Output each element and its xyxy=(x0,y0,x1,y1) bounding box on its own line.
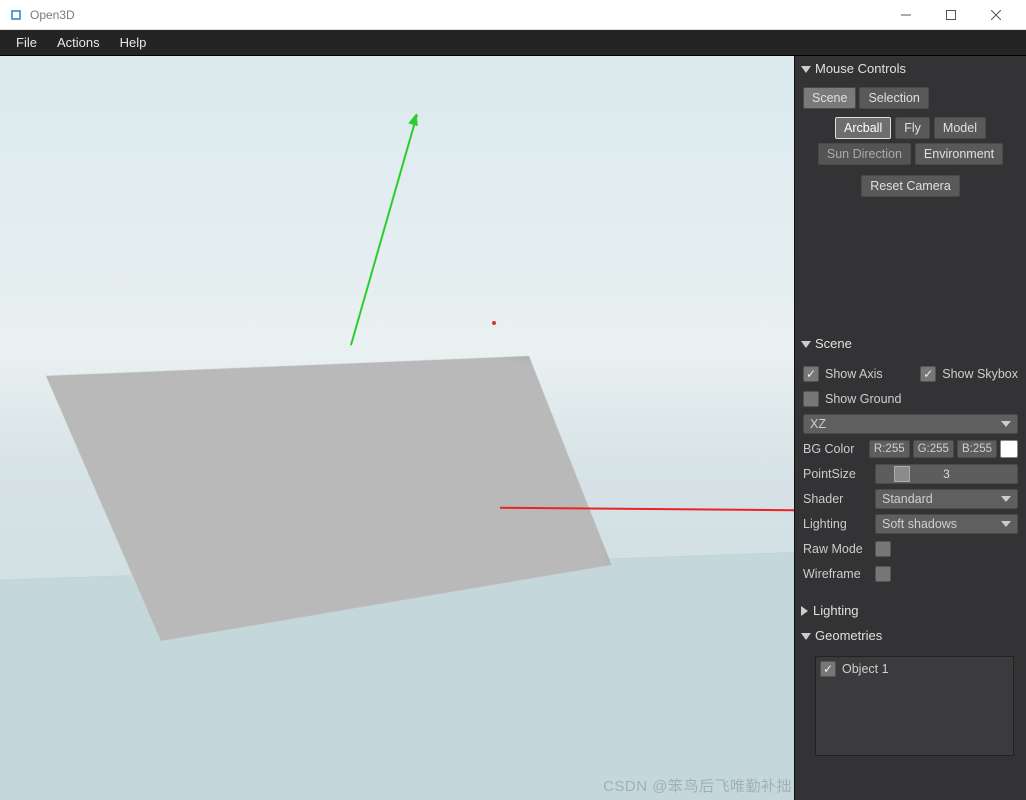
menu-actions[interactable]: Actions xyxy=(47,31,110,54)
wireframe-label: Wireframe xyxy=(803,567,875,581)
shader-label: Shader xyxy=(803,492,875,506)
geometry-visible-checkbox[interactable] xyxy=(820,661,836,677)
section-mouse-controls-header[interactable]: Mouse Controls xyxy=(795,56,1026,81)
menu-help[interactable]: Help xyxy=(110,31,157,54)
bg-color-swatch[interactable] xyxy=(1000,440,1018,458)
chevron-right-icon xyxy=(801,606,808,616)
menu-file[interactable]: File xyxy=(6,31,47,54)
ground-plane-select[interactable]: XZ xyxy=(803,414,1018,434)
tab-scene[interactable]: Scene xyxy=(803,87,856,109)
lighting-select[interactable]: Soft shadows xyxy=(875,514,1018,534)
section-scene-body: Show Axis Show Skybox Show Ground XZ BG … xyxy=(795,356,1026,598)
chevron-down-icon xyxy=(801,341,811,348)
show-ground-checkbox[interactable] xyxy=(803,391,819,407)
menu-bar: File Actions Help xyxy=(0,30,1026,56)
pointsize-slider[interactable]: 3 xyxy=(875,464,1018,484)
show-skybox-checkbox[interactable] xyxy=(920,366,936,382)
main-area: CSDN @笨鸟后飞唯勤补拙 Mouse Controls Scene Sele… xyxy=(0,56,1026,800)
close-button[interactable] xyxy=(973,0,1018,29)
wireframe-checkbox[interactable] xyxy=(875,566,891,582)
slider-thumb[interactable] xyxy=(894,466,910,482)
chevron-down-icon xyxy=(1001,521,1011,527)
window-title: Open3D xyxy=(30,8,883,22)
list-item[interactable]: Object 1 xyxy=(820,661,1009,677)
tab-selection[interactable]: Selection xyxy=(859,87,928,109)
bg-color-label: BG Color xyxy=(803,442,869,456)
mode-model[interactable]: Model xyxy=(934,117,986,139)
bg-b-field[interactable]: B:255 xyxy=(957,440,997,458)
bg-g-field[interactable]: G:255 xyxy=(913,440,954,458)
section-geometries-body: Object 1 xyxy=(795,648,1026,764)
section-title: Geometries xyxy=(815,628,882,643)
chevron-down-icon xyxy=(1001,421,1011,427)
app-icon xyxy=(8,7,24,23)
chevron-down-icon xyxy=(801,66,811,73)
shader-value: Standard xyxy=(882,492,933,506)
section-title: Lighting xyxy=(813,603,859,618)
reset-camera-button[interactable]: Reset Camera xyxy=(861,175,960,197)
section-geometries-header[interactable]: Geometries xyxy=(795,623,1026,648)
mode-arcball[interactable]: Arcball xyxy=(835,117,891,139)
side-panel: Mouse Controls Scene Selection Arcball F… xyxy=(794,56,1026,800)
chevron-down-icon xyxy=(801,633,811,640)
y-axis xyxy=(349,114,420,346)
ground-plane-value: XZ xyxy=(810,417,826,431)
mode-fly[interactable]: Fly xyxy=(895,117,930,139)
mode-environment[interactable]: Environment xyxy=(915,143,1003,165)
origin-dot xyxy=(492,321,496,325)
section-lighting-header[interactable]: Lighting xyxy=(795,598,1026,623)
minimize-button[interactable] xyxy=(883,0,928,29)
bg-r-field[interactable]: R:255 xyxy=(869,440,910,458)
window-buttons xyxy=(883,0,1018,29)
geometries-list[interactable]: Object 1 xyxy=(815,656,1014,756)
show-ground-label: Show Ground xyxy=(825,392,901,406)
geometry-name: Object 1 xyxy=(842,662,889,676)
show-skybox-label: Show Skybox xyxy=(942,367,1018,381)
window-titlebar: Open3D xyxy=(0,0,1026,30)
lighting-label: Lighting xyxy=(803,517,875,531)
3d-viewport[interactable]: CSDN @笨鸟后飞唯勤补拙 xyxy=(0,56,794,800)
pointsize-label: PointSize xyxy=(803,467,875,481)
maximize-button[interactable] xyxy=(928,0,973,29)
section-mouse-controls-body: Scene Selection Arcball Fly Model Sun Di… xyxy=(795,81,1026,331)
raw-mode-label: Raw Mode xyxy=(803,542,875,556)
raw-mode-checkbox[interactable] xyxy=(875,541,891,557)
chevron-down-icon xyxy=(1001,496,1011,502)
lighting-value: Soft shadows xyxy=(882,517,957,531)
section-scene-header[interactable]: Scene xyxy=(795,331,1026,356)
show-axis-checkbox[interactable] xyxy=(803,366,819,382)
section-title: Scene xyxy=(815,336,852,351)
shader-select[interactable]: Standard xyxy=(875,489,1018,509)
mode-sun-direction[interactable]: Sun Direction xyxy=(818,143,911,165)
show-axis-label: Show Axis xyxy=(825,367,920,381)
section-title: Mouse Controls xyxy=(815,61,906,76)
